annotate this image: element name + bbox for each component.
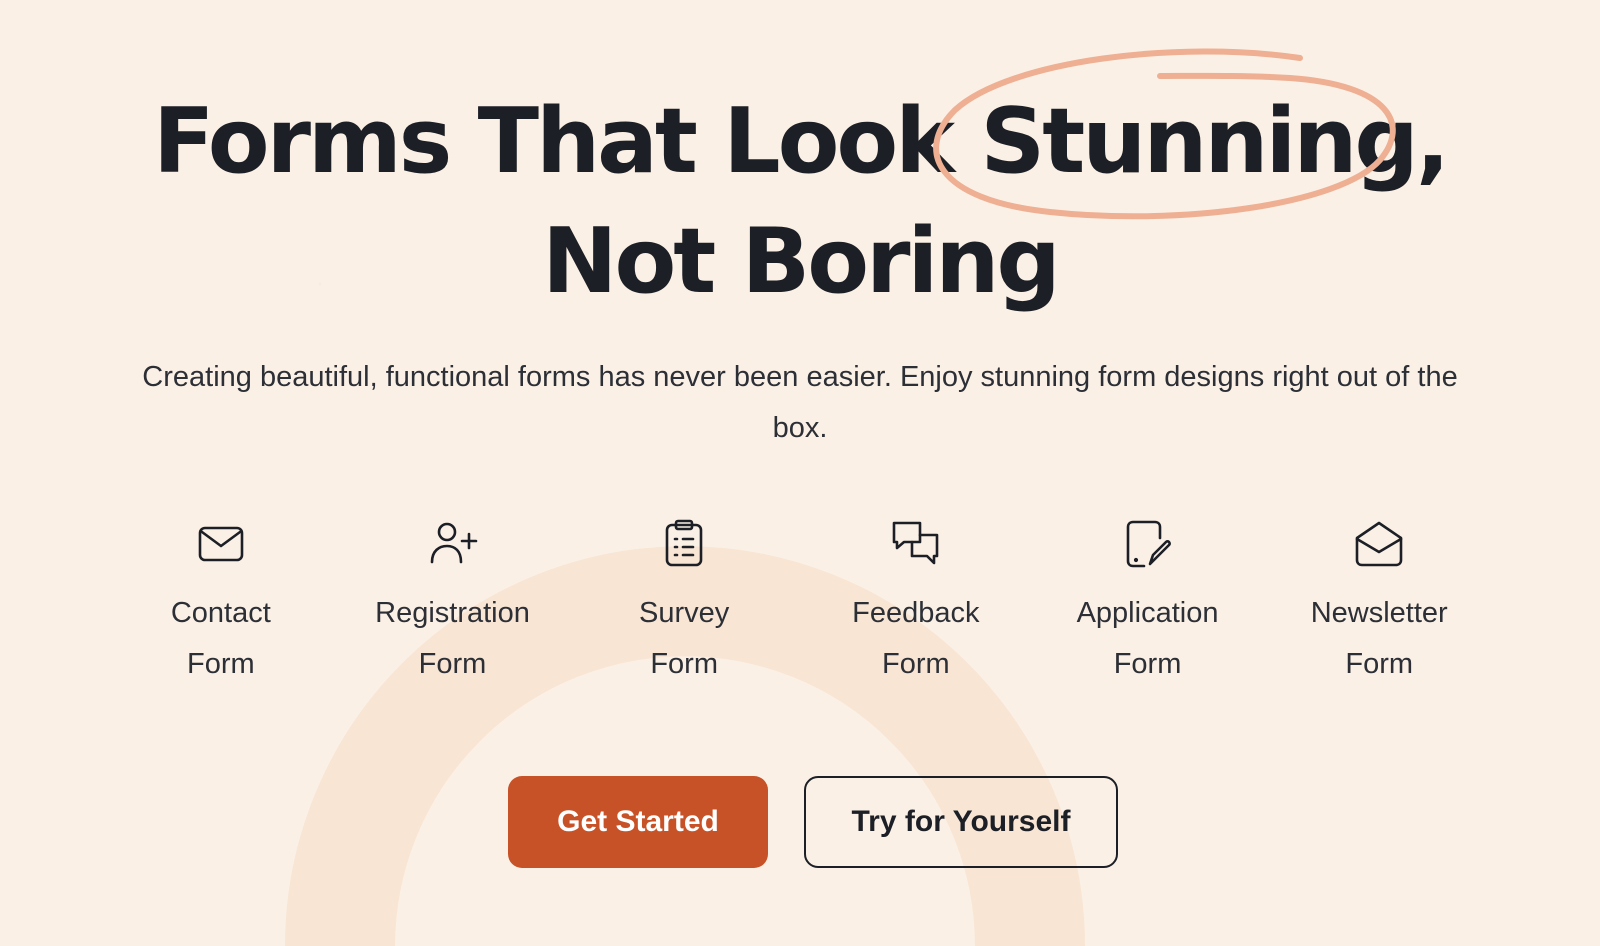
form-type-registration[interactable]: Registration Form <box>337 518 569 690</box>
hero-section: Forms That Look Stunning, Not Boring Cre… <box>0 0 1600 946</box>
get-started-button[interactable]: Get Started <box>508 776 768 868</box>
form-type-label: Feedback Form <box>852 597 980 680</box>
form-type-label: Registration Form <box>375 597 530 680</box>
hero-headline: Forms That Look Stunning, Not Boring <box>0 82 1600 322</box>
form-type-contact[interactable]: Contact Form <box>105 518 337 690</box>
try-for-yourself-button[interactable]: Try for Yourself <box>804 776 1118 868</box>
open-envelope-icon <box>1353 518 1405 570</box>
form-type-label: Application Form <box>1076 597 1219 680</box>
form-type-survey[interactable]: Survey Form <box>568 518 800 690</box>
headline-line-1: Forms That Look Stunning, <box>152 89 1450 194</box>
document-edit-icon <box>1122 518 1174 570</box>
headline-line-2: Not Boring <box>542 209 1061 314</box>
chat-bubbles-icon <box>890 518 942 570</box>
cta-buttons: Get Started Try for Yourself <box>0 776 1600 868</box>
form-type-label: Contact Form <box>170 597 271 680</box>
envelope-icon <box>195 518 247 570</box>
form-type-label: Survey Form <box>639 597 730 680</box>
hero-subtitle: Creating beautiful, functional forms has… <box>142 361 1458 444</box>
user-plus-icon <box>427 518 479 570</box>
clipboard-list-icon <box>658 518 710 570</box>
form-type-feedback[interactable]: Feedback Form <box>800 518 1032 690</box>
form-types-list: Contact Form Registration Form Survey Fo… <box>105 518 1495 690</box>
form-type-label: Newsletter Form <box>1310 597 1448 680</box>
form-type-application[interactable]: Application Form <box>1032 518 1264 690</box>
form-type-newsletter[interactable]: Newsletter Form <box>1263 518 1495 690</box>
